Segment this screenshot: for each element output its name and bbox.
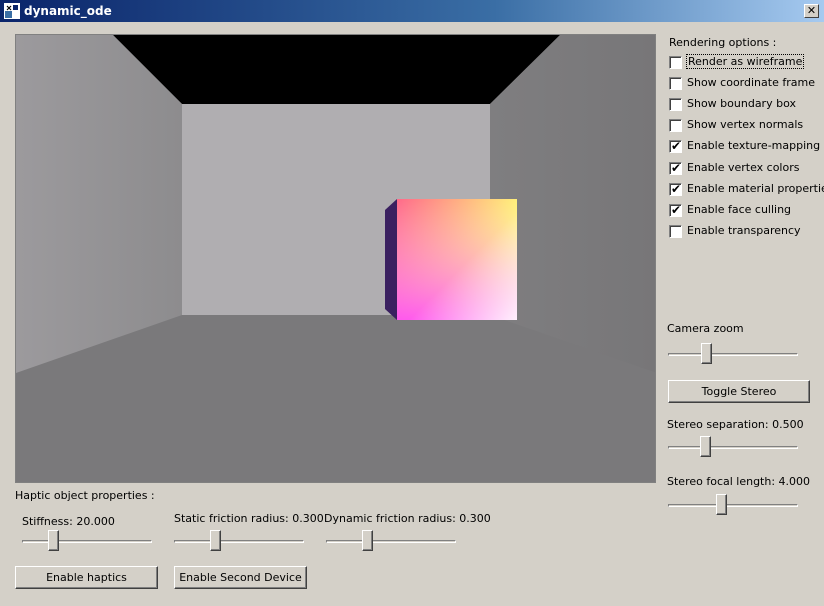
slider-track: [326, 540, 456, 543]
check-icon: ✔: [671, 182, 682, 196]
checkbox-box[interactable]: [669, 119, 682, 132]
enable-second-device-button[interactable]: Enable Second Device: [174, 566, 307, 589]
enable-haptics-button[interactable]: Enable haptics: [15, 566, 158, 589]
camera-zoom-slider[interactable]: [668, 343, 798, 367]
rendering-options-heading: Rendering options :: [669, 36, 777, 49]
static-friction-slider[interactable]: [174, 530, 304, 554]
toggle-stereo-button[interactable]: Toggle Stereo: [668, 380, 810, 403]
stereo-separation-slider[interactable]: [668, 436, 798, 460]
checkbox-box[interactable]: [669, 56, 682, 69]
checkbox-box[interactable]: [669, 98, 682, 111]
close-button[interactable]: ✕: [804, 4, 819, 18]
stereo-separation-label: Stereo separation: 0.500: [667, 418, 804, 431]
haptic-properties-heading: Haptic object properties :: [15, 489, 155, 502]
checkbox-label: Show boundary box: [687, 97, 796, 110]
slider-track: [668, 353, 798, 356]
checkbox-label: Show coordinate frame: [687, 76, 815, 89]
check-icon: ✔: [671, 139, 682, 153]
checkbox-box[interactable]: [669, 77, 682, 90]
app-icon: [4, 3, 20, 19]
3d-viewport[interactable]: [15, 34, 656, 483]
checkbox-label: Show vertex normals: [687, 118, 804, 131]
checkbox-label: Enable vertex colors: [687, 161, 800, 174]
checkbox-box[interactable]: ✔: [669, 161, 682, 175]
stereo-focal-length-slider[interactable]: [668, 494, 798, 518]
stereo-focal-length-label: Stereo focal length: 4.000: [667, 475, 811, 488]
dynamic-friction-label: Dynamic friction radius: 0.300: [324, 512, 491, 525]
window-title: dynamic_ode: [24, 4, 112, 18]
slider-thumb[interactable]: [700, 436, 711, 457]
slider-track: [668, 446, 798, 449]
slider-thumb[interactable]: [362, 530, 373, 551]
checkbox-box[interactable]: ✔: [669, 203, 682, 217]
check-icon: ✔: [671, 161, 682, 175]
slider-thumb[interactable]: [210, 530, 221, 551]
checkbox-label: Render as wireframe: [685, 54, 805, 69]
title-bar: dynamic_ode ✕: [0, 0, 824, 22]
checkbox-box[interactable]: ✔: [669, 139, 682, 153]
checkbox-box[interactable]: [669, 225, 682, 238]
stiffness-label: Stiffness: 20.000: [22, 515, 115, 528]
slider-track: [174, 540, 304, 543]
camera-zoom-label: Camera zoom: [667, 322, 744, 335]
scene-render: [16, 35, 655, 482]
slider-thumb[interactable]: [716, 494, 727, 515]
dynamic-friction-slider[interactable]: [326, 530, 456, 554]
slider-track: [22, 540, 152, 543]
checkbox-label: Enable material properties: [687, 182, 824, 195]
checkbox-label: Enable face culling: [687, 203, 792, 216]
slider-thumb[interactable]: [48, 530, 59, 551]
checkbox-label: Enable texture-mapping: [687, 139, 821, 152]
static-friction-label: Static friction radius: 0.300: [174, 512, 324, 525]
checkbox-box[interactable]: ✔: [669, 182, 682, 196]
check-icon: ✔: [671, 203, 682, 217]
checkbox-label: Enable transparency: [687, 224, 801, 237]
slider-thumb[interactable]: [701, 343, 712, 364]
stiffness-slider[interactable]: [22, 530, 152, 554]
slider-track: [668, 504, 798, 507]
